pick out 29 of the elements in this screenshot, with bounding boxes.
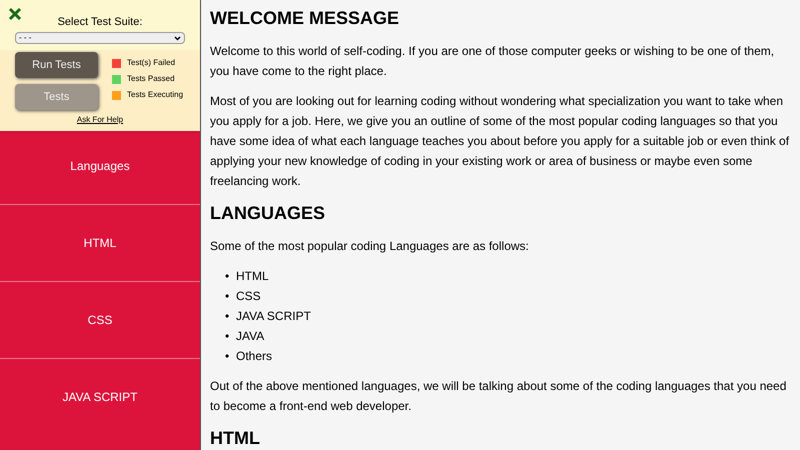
- list-item: CSS: [236, 288, 261, 305]
- paragraph: Most of you are looking out for learning coding without wondering what specialization you want to take when you apply for a job. Here, we give you an outline of some of the most popular coding languages so that you have some idea of what each language teaches you about before you apply for a suitable job or even think of applying your new knowledge of coding in your existing work or area of business or maybe even some freelancing work.: [210, 93, 790, 190]
- section-heading: LANGUAGES: [210, 202, 326, 225]
- list-item: JAVA SCRIPT: [236, 308, 311, 325]
- list-item: JAVA: [236, 328, 264, 345]
- panel-title: Select Test Suite:: [58, 16, 142, 29]
- list-item: Others: [236, 348, 272, 365]
- section-heading: WELCOME MESSAGE: [210, 7, 400, 30]
- legend-label: Tests Passed: [127, 74, 175, 84]
- bullet: •: [225, 288, 230, 305]
- sidebar-item[interactable]: JAVA SCRIPT: [0, 358, 200, 435]
- paragraph: Welcome to this world of self-coding. If you are one of those computer geeks or wishing to be one of them, you have come to the right place.: [210, 43, 776, 80]
- bullet: •: [225, 268, 230, 285]
- help-link[interactable]: Ask For Help: [76, 114, 124, 126]
- bullet: •: [225, 348, 230, 365]
- bullet: •: [225, 308, 230, 325]
- test-button[interactable]: Tests: [15, 84, 98, 110]
- legend-label: Test(s) Failed: [127, 58, 176, 68]
- legend-label: Tests Executing: [127, 90, 184, 100]
- section-heading: HTML: [210, 427, 261, 450]
- test-button[interactable]: Run Tests: [15, 52, 98, 78]
- suite-select[interactable]: - - -: [15, 32, 185, 44]
- paragraph: Some of the most popular coding Languages are as follows:: [210, 238, 530, 255]
- list-item: HTML: [236, 268, 269, 285]
- bullet: •: [225, 328, 230, 345]
- sidebar-item[interactable]: CSS: [0, 281, 200, 358]
- close-icon[interactable]: [8, 7, 22, 21]
- paragraph: Out of the above mentioned languages, we will be talking about some of the coding languages that you need to become a front-end web developer.: [210, 378, 788, 415]
- sidebar-item[interactable]: HTML: [0, 204, 200, 281]
